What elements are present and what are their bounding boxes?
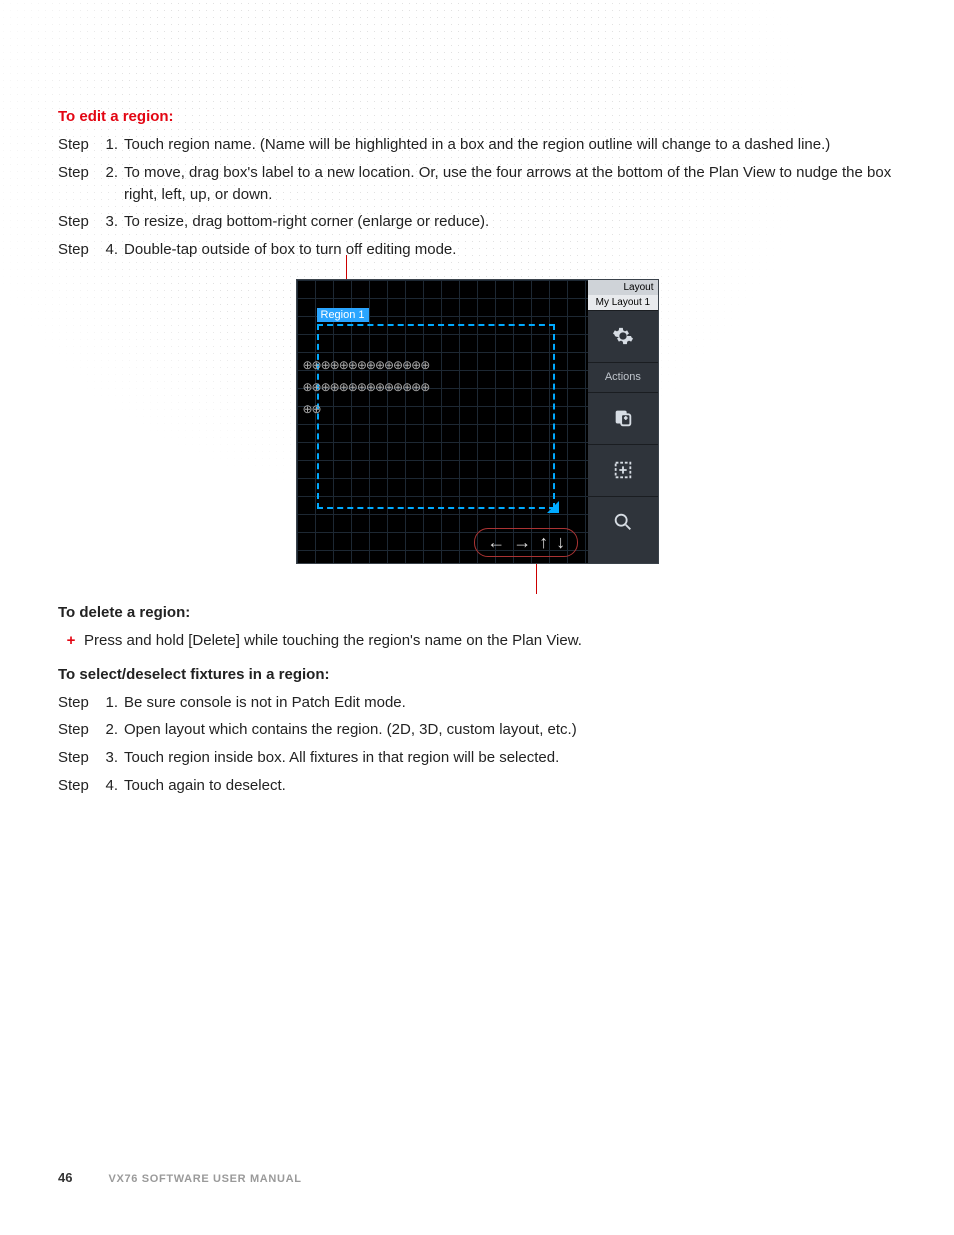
callout-line-top [346, 255, 347, 279]
heading-select-region: To select/deselect fixtures in a region: [58, 666, 896, 683]
step-text: To move, drag box's label to a new locat… [124, 162, 896, 206]
edit-steps-list: Step 1. Touch region name. (Name will be… [58, 134, 896, 261]
gear-icon [612, 325, 634, 347]
sidebar-head: Layout [588, 280, 657, 295]
step-row: Step 2. Open layout which contains the r… [58, 719, 896, 741]
bullet-row: + Press and hold [Delete] while touching… [58, 630, 896, 652]
arrow-up-icon[interactable]: ↑ [539, 532, 548, 553]
step-text: Double-tap outside of box to turn off ed… [124, 239, 896, 261]
step-text: Touch region name. (Name will be highlig… [124, 134, 896, 156]
step-number: 3. [98, 747, 124, 769]
step-label: Step [58, 747, 98, 769]
step-text: To resize, drag bottom-right corner (enl… [124, 211, 896, 233]
sidebar-zoom[interactable] [588, 496, 657, 548]
delete-bullets: + Press and hold [Delete] while touching… [58, 630, 896, 652]
page-footer: 46 VX76 SOFTWARE USER MANUAL [58, 1170, 302, 1185]
plan-view-figure: Region 1 ⊕⊕⊕⊕⊕⊕⊕⊕⊕⊕⊕⊕⊕⊕ ⊕⊕⊕⊕⊕⊕⊕⊕⊕⊕⊕⊕⊕⊕ ⊕… [296, 279, 659, 564]
step-label: Step [58, 162, 98, 206]
step-row: Step 2. To move, drag box's label to a n… [58, 162, 896, 206]
step-number: 2. [98, 162, 124, 206]
step-text: Open layout which contains the region. (… [124, 719, 896, 741]
step-row: Step 4. Touch again to deselect. [58, 775, 896, 797]
callout-line-bottom [536, 564, 537, 594]
step-text: Touch again to deselect. [124, 775, 896, 797]
sidebar-settings[interactable] [588, 310, 657, 362]
step-row: Step 1. Be sure console is not in Patch … [58, 692, 896, 714]
resize-handle[interactable] [547, 501, 559, 513]
step-label: Step [58, 692, 98, 714]
fixture-icons: ⊕⊕⊕⊕⊕⊕⊕⊕⊕⊕⊕⊕⊕⊕ ⊕⊕⊕⊕⊕⊕⊕⊕⊕⊕⊕⊕⊕⊕ ⊕⊕ [303, 358, 430, 416]
arrow-down-icon[interactable]: ↓ [556, 532, 565, 553]
step-label: Step [58, 719, 98, 741]
step-row: Step 4. Double-tap outside of box to tur… [58, 239, 896, 261]
step-label: Step [58, 239, 98, 261]
step-row: Step 1. Touch region name. (Name will be… [58, 134, 896, 156]
step-number: 3. [98, 211, 124, 233]
step-row: Step 3. To resize, drag bottom-right cor… [58, 211, 896, 233]
step-label: Step [58, 775, 98, 797]
plan-sidebar: Layout My Layout 1 Actions [588, 280, 657, 563]
region-label[interactable]: Region 1 [317, 308, 369, 322]
step-number: 4. [98, 775, 124, 797]
arrow-right-icon[interactable]: → [513, 532, 531, 553]
step-label: Step [58, 134, 98, 156]
copy-icon [612, 407, 634, 429]
step-number: 2. [98, 719, 124, 741]
step-label: Step [58, 211, 98, 233]
nudge-arrows: ← → ↑ ↓ [474, 528, 578, 557]
plan-view[interactable]: Region 1 ⊕⊕⊕⊕⊕⊕⊕⊕⊕⊕⊕⊕⊕⊕ ⊕⊕⊕⊕⊕⊕⊕⊕⊕⊕⊕⊕⊕⊕ ⊕… [297, 280, 589, 563]
step-number: 4. [98, 239, 124, 261]
page-number: 46 [58, 1170, 72, 1185]
arrow-left-icon[interactable]: ← [487, 532, 505, 553]
sidebar-copy[interactable] [588, 392, 657, 444]
plus-frame-icon [612, 459, 634, 481]
heading-delete-region: To delete a region: [58, 604, 896, 621]
step-number: 1. [98, 134, 124, 156]
bullet-plus-icon: + [58, 630, 84, 652]
sidebar-add[interactable] [588, 444, 657, 496]
step-text: Be sure console is not in Patch Edit mod… [124, 692, 896, 714]
step-number: 1. [98, 692, 124, 714]
sidebar-subhead[interactable]: My Layout 1 [588, 295, 657, 310]
manual-title: VX76 SOFTWARE USER MANUAL [108, 1173, 301, 1185]
heading-edit-region: To edit a region: [58, 108, 896, 125]
step-text: Touch region inside box. All fixtures in… [124, 747, 896, 769]
select-steps-list: Step 1. Be sure console is not in Patch … [58, 692, 896, 797]
bullet-text: Press and hold [Delete] while touching t… [84, 630, 896, 652]
sidebar-actions-label: Actions [588, 362, 657, 392]
magnify-icon [612, 511, 634, 533]
step-row: Step 3. Touch region inside box. All fix… [58, 747, 896, 769]
region-box[interactable] [317, 324, 555, 509]
